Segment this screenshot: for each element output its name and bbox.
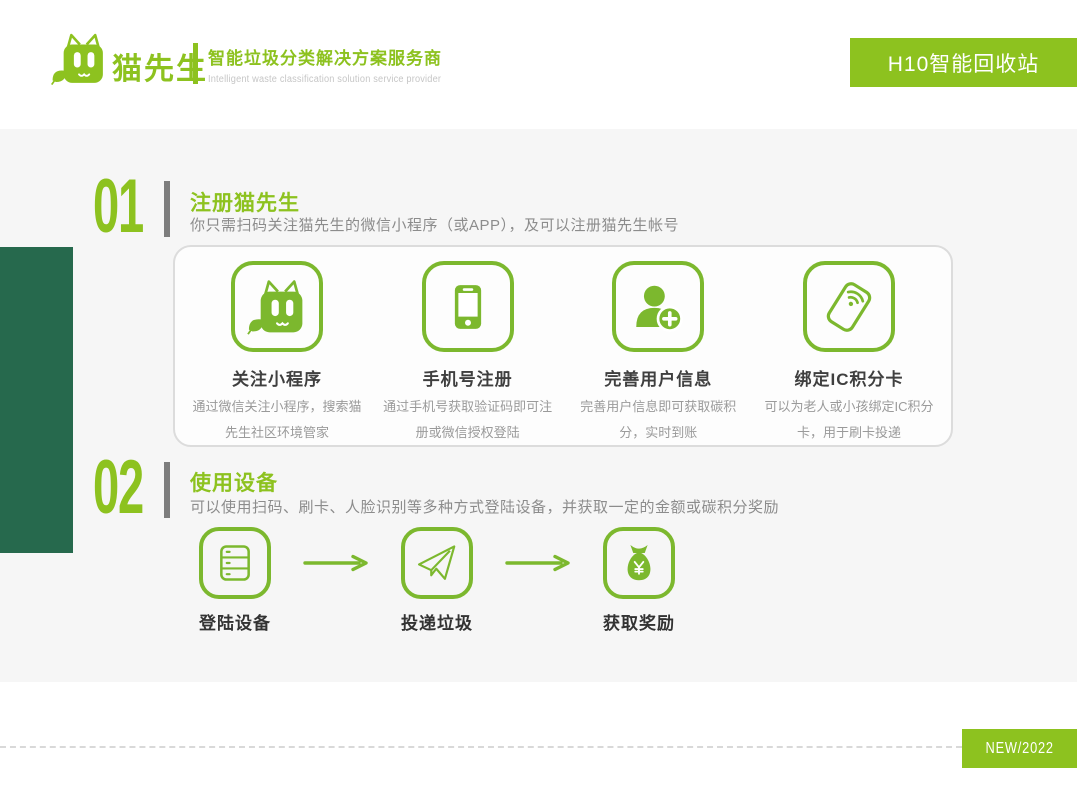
card-follow-mini-program: 关注小程序 通过微信关注小程序，搜索猫先生社区环境管家 [185,261,369,445]
flow-item-get-reward: 获取奖励 [601,527,677,634]
card-phone-register: 手机号注册 通过手机号获取验证码即可注册或微信授权登陆 [376,261,560,445]
flow-item-drop-waste: 投递垃圾 [399,527,475,634]
brand-taglines: 智能垃圾分类解决方案服务商 Intelligent waste classifi… [208,44,461,85]
step1-divider [164,181,170,237]
step2-subtitle: 可以使用扫码、刷卡、人脸识别等多种方式登陆设备，并获取一定的金额或碳积分奖励 [190,496,779,517]
card-title: 关注小程序 [232,365,322,390]
step1-number: 01 [93,178,143,236]
footer-dashed-line [0,746,962,748]
card-desc: 通过微信关注小程序，搜索猫先生社区环境管家 [189,394,365,445]
step1-subtitle: 你只需扫码关注猫先生的微信小程序（或APP），及可以注册猫先生帐号 [190,214,679,235]
card-title: 手机号注册 [423,365,513,390]
step1-title: 注册猫先生 [190,187,300,217]
add-user-icon [612,261,704,352]
registration-cards-panel: 关注小程序 通过微信关注小程序，搜索猫先生社区环境管家 手机号注册 通过手机号获… [173,245,953,447]
header: 猫先生 智能垃圾分类解决方案服务商 Intelligent waste clas… [0,0,1077,129]
cat-logo-icon [50,30,108,88]
money-bag-icon [603,527,675,599]
step2-title: 使用设备 [190,467,278,497]
card-desc: 通过手机号获取验证码即可注册或微信授权登陆 [380,394,556,445]
paper-plane-icon [401,527,473,599]
card-complete-profile: 完善用户信息 完善用户信息即可获取碳积分，实时到账 [566,261,750,445]
product-model-badge: H10智能回收站 [850,38,1077,87]
new-year-badge: NEW/2022 [962,729,1077,768]
flow-label: 投递垃圾 [401,609,473,634]
step2-divider [164,462,170,518]
ic-card-icon [803,261,895,352]
tagline-zh: 智能垃圾分类解决方案服务商 [208,44,461,69]
tagline-en: Intelligent waste classification solutio… [208,74,441,85]
mini-program-cat-icon [231,261,323,352]
brand-divider [193,43,198,84]
card-title: 绑定IC积分卡 [794,365,903,390]
arrow-right-icon [303,554,369,577]
phone-icon [422,261,514,352]
card-title: 完善用户信息 [604,365,712,390]
left-accent-block [0,247,73,553]
arrow-right-icon [505,554,571,577]
device-icon [199,527,271,599]
new-badge-label: NEW/2022 [985,740,1053,758]
flow-label: 获取奖励 [603,609,675,634]
flow-item-login-device: 登陆设备 [197,527,273,634]
flow-label: 登陆设备 [199,609,271,634]
card-desc: 可以为老人或小孩绑定IC积分卡，用于刷卡投递 [761,394,937,445]
infographic-page: 猫先生 智能垃圾分类解决方案服务商 Intelligent waste clas… [0,0,1077,793]
usage-flow: 登陆设备 投递垃圾 [197,527,677,634]
card-bind-ic-card: 绑定IC积分卡 可以为老人或小孩绑定IC积分卡，用于刷卡投递 [757,261,941,445]
step2-number: 02 [93,459,143,517]
card-desc: 完善用户信息即可获取碳积分，实时到账 [570,394,746,445]
